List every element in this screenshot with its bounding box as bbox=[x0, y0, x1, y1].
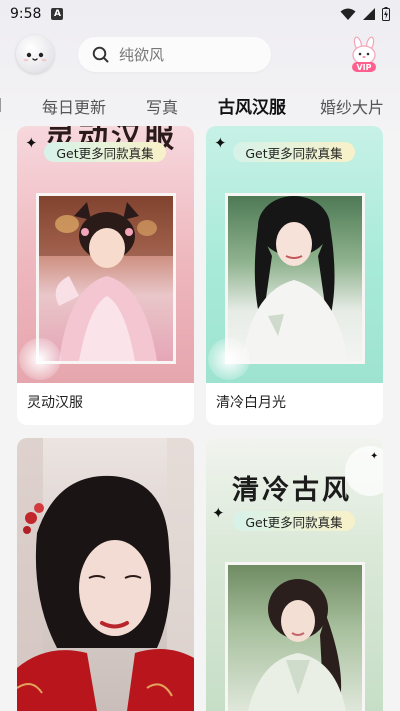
get-more-pill: Get更多同款真集 bbox=[233, 511, 355, 531]
card-qingleng-baiyueguang[interactable]: ✦ Get更多同款真集 清冷白月光 bbox=[206, 126, 383, 425]
search-icon bbox=[92, 46, 109, 63]
vip-button[interactable]: VIP bbox=[345, 36, 383, 74]
decor-bubble bbox=[208, 338, 250, 380]
search-input[interactable] bbox=[119, 45, 249, 64]
card-qingleng-gufeng[interactable]: ✦ 清冷古风 ✦ Get更多同款真集 bbox=[206, 438, 383, 711]
portrait-photo bbox=[36, 193, 176, 364]
portrait-figure bbox=[39, 196, 173, 361]
card-red-hanfu-portrait[interactable] bbox=[17, 438, 194, 711]
tab-photoshoot[interactable]: 写真 bbox=[146, 94, 178, 118]
sparkle-icon: ✦ bbox=[214, 134, 227, 152]
portrait-photo bbox=[225, 562, 365, 711]
avatar[interactable] bbox=[16, 35, 54, 73]
tab-ancient-hanfu[interactable]: 古风汉服 bbox=[218, 93, 286, 118]
tab-wedding[interactable]: 婚纱大片 bbox=[320, 94, 384, 118]
wifi-icon bbox=[340, 8, 356, 20]
vip-label: VIP bbox=[356, 63, 372, 72]
sparkle-icon: ✦ bbox=[370, 451, 379, 462]
card-title: 灵动汉服 bbox=[27, 395, 83, 411]
tab-edge-marker bbox=[0, 98, 1, 112]
decor-bubble bbox=[19, 338, 61, 380]
get-more-pill: Get更多同款真集 bbox=[233, 142, 355, 162]
sparkle-icon: ✦ bbox=[25, 134, 38, 152]
avatar-face-icon bbox=[23, 52, 47, 62]
card-poster: 灵动汉服 ✦ Get更多同款真集 bbox=[17, 126, 194, 383]
portrait-figure bbox=[242, 196, 348, 361]
get-more-pill: Get更多同款真集 bbox=[44, 142, 166, 162]
status-bar: 9:58 A bbox=[0, 0, 400, 28]
status-time: 9:58 bbox=[10, 6, 42, 22]
category-tabs: 每日更新 写真 古风汉服 婚纱大片 bbox=[0, 88, 400, 124]
poster-title: 清冷古风 bbox=[232, 475, 352, 506]
portrait-figure bbox=[248, 579, 346, 711]
portrait-photo bbox=[17, 438, 194, 711]
search-bar[interactable] bbox=[78, 37, 271, 72]
sparkle-icon: ✦ bbox=[212, 504, 225, 522]
notification-badge: A bbox=[51, 8, 64, 20]
signal-icon bbox=[363, 8, 375, 20]
card-poster: ✦ Get更多同款真集 bbox=[206, 126, 383, 383]
status-icons bbox=[340, 7, 390, 21]
battery-icon bbox=[382, 7, 390, 21]
tab-daily-update[interactable]: 每日更新 bbox=[42, 94, 106, 118]
card-lingdong-hanfu[interactable]: 灵动汉服 ✦ Get更多同款真集 灵动汉服 bbox=[17, 126, 194, 425]
card-title: 清冷白月光 bbox=[216, 395, 286, 411]
portrait-photo bbox=[225, 193, 365, 364]
card-poster: ✦ 清冷古风 ✦ Get更多同款真集 bbox=[206, 438, 383, 711]
portrait-figure bbox=[17, 438, 194, 711]
